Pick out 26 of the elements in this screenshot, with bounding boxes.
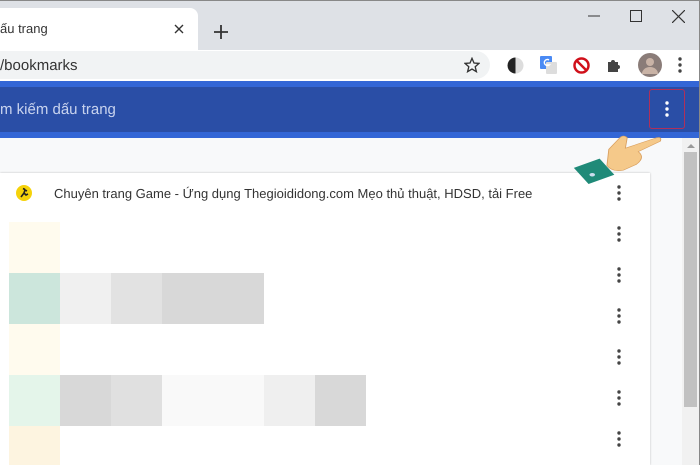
blocked-icon[interactable] [573, 56, 590, 74]
more-icon[interactable] [617, 226, 621, 242]
avatar-icon[interactable] [638, 53, 662, 78]
puzzle-icon[interactable] [606, 57, 622, 74]
more-icon[interactable] [617, 185, 621, 202]
scrollbar-thumb[interactable] [684, 152, 697, 407]
more-icon[interactable] [617, 349, 621, 366]
translate-icon[interactable] [540, 56, 557, 74]
contrast-icon[interactable] [507, 56, 524, 74]
tab-title: ấu trang [0, 21, 48, 36]
menu-icon[interactable] [678, 57, 682, 74]
search-field[interactable]: m kiếm dấu trang [0, 100, 400, 118]
bookmark-title[interactable]: Chuyên trang Game - Ứng dụng Thegioididong.com Mẹo thủ thuật, HDSD, tải Free [54, 186, 532, 201]
running-figure-icon [16, 185, 32, 202]
address-bar[interactable]: /bookmarks [0, 51, 490, 80]
new-tab-icon[interactable] [214, 24, 228, 39]
close-icon[interactable] [672, 10, 685, 23]
browser-tab[interactable]: ấu trang [0, 8, 198, 50]
more-icon[interactable] [617, 431, 621, 448]
maximize-icon[interactable] [630, 10, 642, 22]
close-icon[interactable] [174, 24, 184, 34]
more-icon[interactable] [617, 267, 621, 284]
more-icon[interactable] [665, 101, 669, 118]
more-icon[interactable] [617, 308, 621, 324]
star-icon[interactable] [464, 57, 480, 74]
more-icon[interactable] [617, 390, 621, 406]
